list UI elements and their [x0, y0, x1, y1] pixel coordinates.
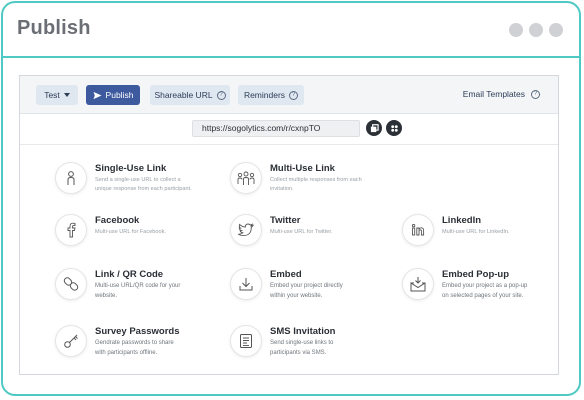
test-label: Test — [44, 90, 60, 100]
email-templates-link[interactable]: Email Templates ? — [463, 89, 540, 99]
publish-window: Publish Test Publish Shareable URL ? Rem… — [1, 1, 581, 396]
option-description: within your website. — [270, 292, 323, 299]
group-icon — [230, 162, 262, 194]
option-description: Send a single-use URL to collect a — [95, 177, 181, 183]
link-icon — [55, 268, 87, 300]
sms-icon — [230, 325, 262, 357]
linkedin-icon — [402, 214, 434, 246]
url-row: https://sogolytics.com/r/cxnpTO — [20, 118, 558, 142]
option-description: on selected pages of your site. — [442, 292, 524, 299]
window-dot-3[interactable] — [549, 23, 563, 37]
email-templates-label: Email Templates — [462, 89, 525, 99]
option-description: Multi-use URL for Twitter. — [270, 229, 333, 235]
facebook-option[interactable]: Facebook Multi-use URL for Facebook. — [55, 214, 166, 246]
option-title: Facebook — [95, 215, 140, 226]
window-title: Publish — [17, 17, 91, 39]
help-icon: ? — [531, 89, 540, 99]
multi-use-link-option[interactable]: Multi-Use Link Collect multiple response… — [230, 162, 362, 194]
embed-option[interactable]: Embed Embed your project directly within… — [230, 268, 343, 300]
option-description: with participants offline. — [95, 349, 158, 356]
shareable-url-label: Shareable URL — [154, 90, 213, 100]
option-title: Single-Use Link — [95, 163, 167, 174]
toolbar: Test Publish Shareable URL ? Reminders ?… — [20, 76, 558, 114]
key-icon — [55, 325, 87, 357]
option-title: Survey Passwords — [95, 326, 180, 337]
option-description: Multi-use URL/QR code for your — [95, 283, 181, 289]
mail-popup-icon — [402, 268, 434, 300]
option-title: Twitter — [270, 215, 301, 226]
option-title: Embed — [270, 269, 302, 280]
reminders-label: Reminders — [243, 90, 286, 100]
caret-down-icon — [63, 93, 70, 97]
download-icon — [230, 268, 262, 300]
option-title: LinkedIn — [442, 215, 482, 226]
option-description: participants via SMS. — [270, 349, 327, 356]
single-use-link-option[interactable]: Single-Use Link Send a single-use URL to… — [55, 162, 192, 194]
facebook-icon — [55, 214, 87, 246]
divider — [20, 144, 558, 145]
option-description: Multi-use URL for LinkedIn. — [442, 229, 510, 235]
option-description: Multi-use URL for Facebook. — [95, 229, 166, 235]
twitter-option[interactable]: Twitter Multi-use URL for Twitter. — [230, 214, 332, 246]
linkedin-option[interactable]: LinkedIn Multi-use URL for LinkedIn. — [402, 214, 510, 246]
publish-panel: Test Publish Shareable URL ? Reminders ?… — [19, 75, 559, 375]
send-icon — [92, 91, 102, 99]
copy-icon — [370, 123, 379, 132]
title-bar: Publish — [3, 3, 579, 58]
publish-button[interactable]: Publish — [86, 85, 140, 105]
survey-url-field[interactable]: https://sogolytics.com/r/cxnpTO — [192, 120, 360, 137]
link-qr-code-option[interactable]: Link / QR Code Multi-use URL/QR code for… — [55, 268, 180, 300]
survey-passwords-option[interactable]: Survey Passwords Gendrate passwords to s… — [55, 325, 180, 357]
option-title: Link / QR Code — [95, 269, 164, 280]
qr-code-button[interactable] — [386, 120, 402, 136]
option-description: unique response from each participant. — [95, 186, 192, 192]
option-description: website. — [95, 292, 118, 299]
option-title: SMS Invitation — [270, 326, 336, 337]
qr-icon — [390, 124, 398, 132]
option-description: Embed your project as a pop-up — [442, 283, 528, 289]
option-description: invitation. — [270, 186, 294, 192]
option-title: Embed Pop-up — [442, 269, 510, 280]
option-description: Embed your project directly — [270, 283, 343, 289]
window-dot-1[interactable] — [509, 23, 523, 37]
twitter-icon — [230, 214, 262, 246]
shareable-url-button[interactable]: Shareable URL ? — [150, 85, 230, 105]
help-icon: ? — [216, 90, 226, 100]
test-button[interactable]: Test — [36, 85, 78, 105]
publish-label: Publish — [105, 90, 134, 100]
embed-popup-option[interactable]: Embed Pop-up Embed your project as a pop… — [402, 268, 527, 300]
option-description: Send single-use links to — [270, 340, 334, 346]
reminders-button[interactable]: Reminders ? — [238, 85, 304, 105]
option-title: Multi-Use Link — [270, 163, 335, 174]
window-controls — [509, 23, 563, 37]
sms-invitation-option[interactable]: SMS Invitation Send single-use links to … — [230, 325, 335, 357]
help-icon: ? — [289, 90, 299, 100]
option-description: Gendrate passwords to share — [95, 340, 174, 346]
copy-url-button[interactable] — [366, 120, 382, 136]
window-dot-2[interactable] — [529, 23, 543, 37]
option-description: Collect multiple responses from each — [270, 177, 362, 183]
person-icon — [55, 162, 87, 194]
